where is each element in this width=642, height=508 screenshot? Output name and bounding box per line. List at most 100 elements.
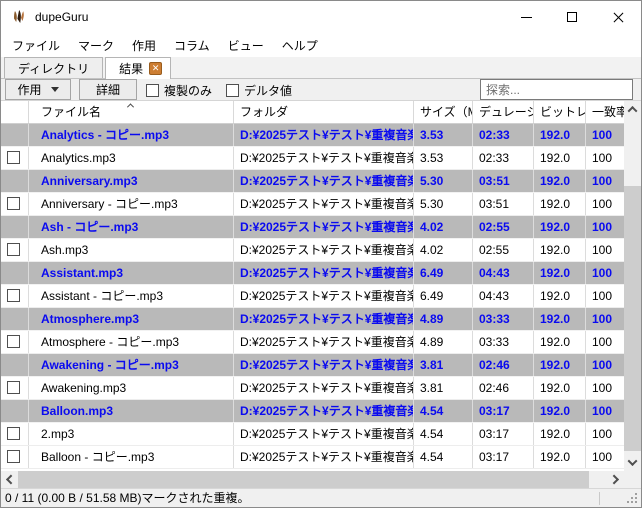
cell-bitrate[interactable]: 192.0	[534, 354, 586, 376]
tab-results[interactable]: 結果 ✕	[105, 57, 171, 79]
cell-duration[interactable]: 04:43	[473, 285, 534, 307]
cell-size[interactable]: 5.30	[414, 170, 473, 192]
cell-size[interactable]: 3.53	[414, 124, 473, 146]
table-row-duplicate[interactable]: Anniversary - コピー.mp3D:¥2025テスト¥テスト¥重複音楽…	[1, 193, 641, 216]
mark-checkbox[interactable]	[7, 381, 20, 394]
cell-size[interactable]: 5.30	[414, 193, 473, 215]
cell-size[interactable]: 4.02	[414, 216, 473, 238]
cell-match[interactable]: 100	[586, 446, 626, 468]
dupes-only-checkbox[interactable]: 複製のみ	[146, 82, 212, 99]
table-row-duplicate[interactable]: Ash.mp3D:¥2025テスト¥テスト¥重複音楽4.0202:55192.0…	[1, 239, 641, 262]
cell-filename[interactable]: Anniversary - コピー.mp3	[29, 193, 234, 215]
column-header-folder[interactable]: フォルダ	[234, 101, 414, 123]
mark-checkbox-cell[interactable]	[1, 446, 29, 468]
cell-duration[interactable]: 03:17	[473, 446, 534, 468]
cell-duration[interactable]: 02:55	[473, 239, 534, 261]
cell-folder[interactable]: D:¥2025テスト¥テスト¥重複音楽	[234, 124, 414, 146]
resize-grip[interactable]	[635, 501, 637, 503]
cell-size[interactable]: 6.49	[414, 262, 473, 284]
table-row-reference[interactable]: Ash - コピー.mp3D:¥2025テスト¥テスト¥重複音楽4.0202:5…	[1, 216, 641, 239]
cell-folder[interactable]: D:¥2025テスト¥テスト¥重複音楽	[234, 331, 414, 353]
cell-folder[interactable]: D:¥2025テスト¥テスト¥重複音楽	[234, 354, 414, 376]
cell-match[interactable]: 100	[586, 423, 626, 445]
cell-size[interactable]: 4.89	[414, 308, 473, 330]
cell-match[interactable]: 100	[586, 216, 626, 238]
menu-item-actions[interactable]: 作用	[123, 33, 165, 58]
cell-bitrate[interactable]: 192.0	[534, 170, 586, 192]
cell-filename[interactable]: Ash.mp3	[29, 239, 234, 261]
column-header-bitrate[interactable]: ビットレー	[534, 101, 586, 123]
cell-filename[interactable]: Analytics - コピー.mp3	[29, 124, 234, 146]
cell-folder[interactable]: D:¥2025テスト¥テスト¥重複音楽	[234, 446, 414, 468]
mark-checkbox-cell[interactable]	[1, 239, 29, 261]
cell-filename[interactable]: Analytics.mp3	[29, 147, 234, 169]
column-header-mark[interactable]	[1, 101, 29, 123]
cell-bitrate[interactable]: 192.0	[534, 446, 586, 468]
cell-filename[interactable]: Balloon.mp3	[29, 400, 234, 422]
cell-folder[interactable]: D:¥2025テスト¥テスト¥重複音楽	[234, 170, 414, 192]
menu-item-columns[interactable]: コラム	[165, 33, 219, 58]
cell-match[interactable]: 100	[586, 285, 626, 307]
mark-checkbox[interactable]	[7, 450, 20, 463]
table-row-reference[interactable]: Awakening - コピー.mp3D:¥2025テスト¥テスト¥重複音楽3.…	[1, 354, 641, 377]
cell-bitrate[interactable]: 192.0	[534, 331, 586, 353]
cell-folder[interactable]: D:¥2025テスト¥テスト¥重複音楽	[234, 239, 414, 261]
cell-folder[interactable]: D:¥2025テスト¥テスト¥重複音楽	[234, 423, 414, 445]
cell-match[interactable]: 100	[586, 239, 626, 261]
table-row-reference[interactable]: Balloon.mp3D:¥2025テスト¥テスト¥重複音楽4.5403:171…	[1, 400, 641, 423]
mark-checkbox-cell[interactable]	[1, 423, 29, 445]
cell-size[interactable]: 3.81	[414, 354, 473, 376]
mark-checkbox-cell[interactable]	[1, 331, 29, 353]
cell-size[interactable]: 4.54	[414, 446, 473, 468]
cell-folder[interactable]: D:¥2025テスト¥テスト¥重複音楽	[234, 193, 414, 215]
tab-close-icon[interactable]: ✕	[149, 62, 162, 75]
cell-duration[interactable]: 02:55	[473, 216, 534, 238]
cell-size[interactable]: 4.02	[414, 239, 473, 261]
cell-duration[interactable]: 03:51	[473, 193, 534, 215]
cell-filename[interactable]: 2.mp3	[29, 423, 234, 445]
menu-item-help[interactable]: ヘルプ	[273, 33, 327, 58]
cell-bitrate[interactable]: 192.0	[534, 262, 586, 284]
cell-filename[interactable]: Balloon - コピー.mp3	[29, 446, 234, 468]
cell-size[interactable]: 4.54	[414, 400, 473, 422]
table-row-duplicate[interactable]: Atmosphere - コピー.mp3D:¥2025テスト¥テスト¥重複音楽4…	[1, 331, 641, 354]
cell-match[interactable]: 100	[586, 308, 626, 330]
cell-size[interactable]: 4.89	[414, 331, 473, 353]
cell-bitrate[interactable]: 192.0	[534, 193, 586, 215]
cell-duration[interactable]: 04:43	[473, 262, 534, 284]
mark-checkbox[interactable]	[7, 427, 20, 440]
cell-size[interactable]: 6.49	[414, 285, 473, 307]
cell-folder[interactable]: D:¥2025テスト¥テスト¥重複音楽	[234, 216, 414, 238]
actions-dropdown-button[interactable]: 作用	[5, 79, 71, 100]
cell-folder[interactable]: D:¥2025テスト¥テスト¥重複音楽	[234, 377, 414, 399]
table-row-reference[interactable]: Atmosphere.mp3D:¥2025テスト¥テスト¥重複音楽4.8903:…	[1, 308, 641, 331]
maximize-button[interactable]	[549, 1, 595, 33]
cell-bitrate[interactable]: 192.0	[534, 124, 586, 146]
cell-duration[interactable]: 02:33	[473, 147, 534, 169]
dupes-only-checkbox-box[interactable]	[146, 84, 159, 97]
cell-match[interactable]: 100	[586, 147, 626, 169]
mark-checkbox-cell[interactable]	[1, 147, 29, 169]
cell-filename[interactable]: Atmosphere - コピー.mp3	[29, 331, 234, 353]
table-row-reference[interactable]: Anniversary.mp3D:¥2025テスト¥テスト¥重複音楽5.3003…	[1, 170, 641, 193]
cell-match[interactable]: 100	[586, 170, 626, 192]
cell-folder[interactable]: D:¥2025テスト¥テスト¥重複音楽	[234, 308, 414, 330]
cell-match[interactable]: 100	[586, 193, 626, 215]
tab-directories[interactable]: ディレクトリ	[4, 57, 103, 78]
cell-size[interactable]: 3.81	[414, 377, 473, 399]
scroll-down-button[interactable]	[624, 454, 641, 471]
table-row-reference[interactable]: Assistant.mp3D:¥2025テスト¥テスト¥重複音楽6.4904:4…	[1, 262, 641, 285]
scroll-left-button[interactable]	[1, 471, 18, 488]
vertical-scrollbar-thumb[interactable]	[624, 186, 641, 451]
table-row-duplicate[interactable]: Assistant - コピー.mp3D:¥2025テスト¥テスト¥重複音楽6.…	[1, 285, 641, 308]
cell-bitrate[interactable]: 192.0	[534, 285, 586, 307]
mark-checkbox[interactable]	[7, 335, 20, 348]
cell-bitrate[interactable]: 192.0	[534, 423, 586, 445]
cell-size[interactable]: 4.54	[414, 423, 473, 445]
cell-filename[interactable]: Assistant - コピー.mp3	[29, 285, 234, 307]
cell-filename[interactable]: Assistant.mp3	[29, 262, 234, 284]
table-row-duplicate[interactable]: Awakening.mp3D:¥2025テスト¥テスト¥重複音楽3.8102:4…	[1, 377, 641, 400]
cell-match[interactable]: 100	[586, 400, 626, 422]
cell-duration[interactable]: 02:46	[473, 354, 534, 376]
cell-match[interactable]: 100	[586, 124, 626, 146]
